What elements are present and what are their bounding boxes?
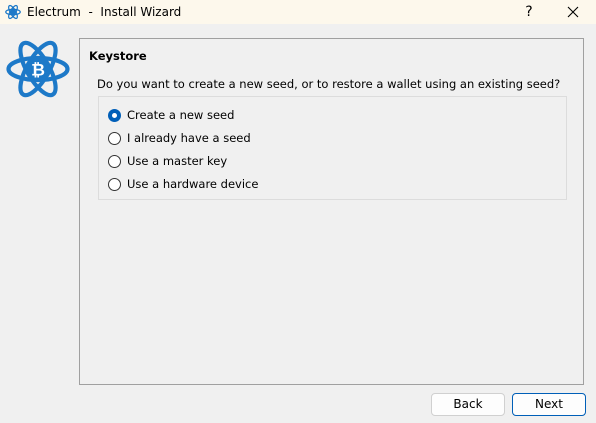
radio-button[interactable]: [108, 154, 121, 168]
option-label: Use a hardware device: [127, 177, 259, 191]
window-title: Electrum - Install Wizard: [27, 5, 182, 19]
option-hardware-device[interactable]: Use a hardware device: [108, 175, 258, 193]
svg-text:₿: ₿: [31, 61, 45, 81]
keystore-panel: Keystore Do you want to create a new see…: [79, 38, 584, 385]
back-button[interactable]: Back: [431, 393, 505, 416]
next-button[interactable]: Next: [512, 393, 586, 416]
question-text: Do you want to create a new seed, or to …: [97, 77, 561, 91]
title-bar: Electrum - Install Wizard ?: [0, 0, 596, 24]
close-icon: [567, 6, 579, 18]
option-create-new-seed[interactable]: Create a new seed: [108, 106, 234, 124]
radio-button[interactable]: [108, 177, 121, 191]
help-button[interactable]: ?: [506, 0, 552, 24]
electrum-logo-icon: ₿: [6, 40, 70, 98]
option-already-have-seed[interactable]: I already have a seed: [108, 129, 251, 147]
option-master-key[interactable]: Use a master key: [108, 152, 227, 170]
electrum-icon: [5, 4, 21, 20]
option-label: I already have a seed: [127, 131, 251, 145]
seed-option-group: Create a new seed I already have a seed …: [98, 96, 567, 200]
option-label: Create a new seed: [127, 108, 235, 122]
close-button[interactable]: [550, 0, 596, 24]
radio-button[interactable]: [108, 131, 121, 145]
radio-button-checked[interactable]: [108, 108, 121, 122]
option-label: Use a master key: [127, 154, 228, 168]
panel-title: Keystore: [89, 49, 147, 63]
